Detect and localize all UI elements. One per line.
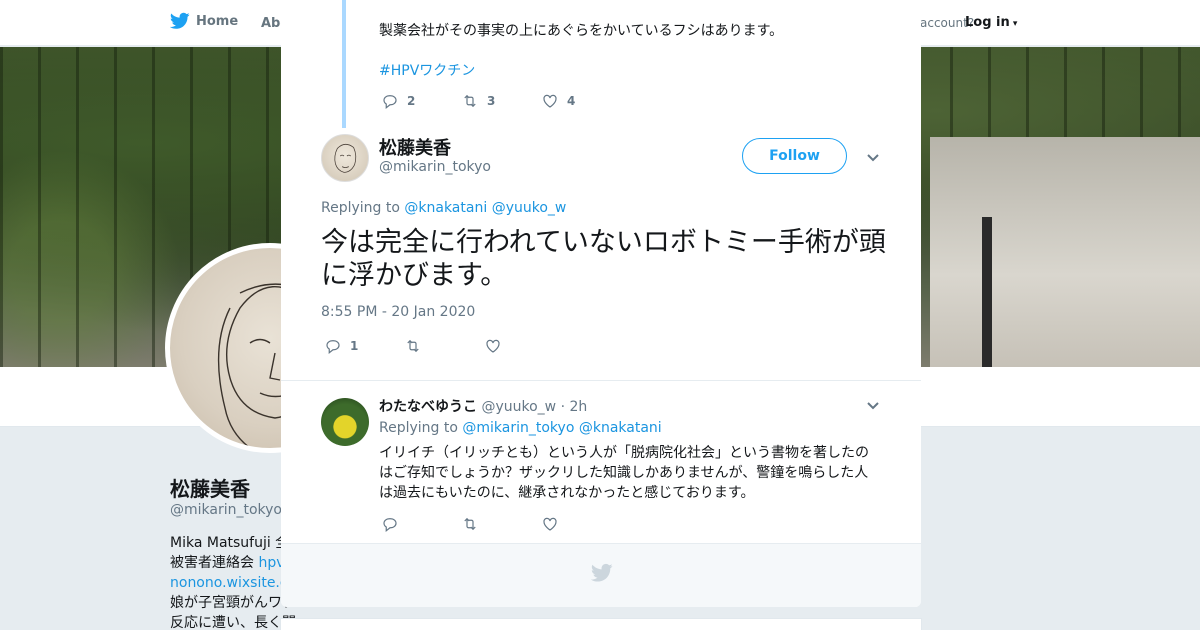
retweet-icon — [464, 94, 476, 108]
login-label: Log in — [965, 15, 1010, 30]
retweet-button[interactable] — [461, 515, 541, 533]
separator-dot: · — [560, 399, 566, 415]
reply-tweet-actions — [381, 515, 621, 533]
author-avatar[interactable] — [321, 134, 369, 182]
close-icon[interactable]: ✕ — [1153, 9, 1181, 39]
tweet-text: 今は完全に行われていないロボトミー手術が頭に浮かびます。 — [321, 227, 886, 291]
follow-button[interactable]: Follow — [742, 138, 847, 174]
ancestor-tweet-text: 製薬会社がその事実の上にあぐらをかいているフシはあります。 — [379, 23, 784, 39]
ancestor-tweet-actions: 2 3 4 — [381, 92, 621, 110]
author-handle[interactable]: @mikarin_tokyo — [379, 159, 491, 175]
reply-count: 1 — [350, 339, 359, 353]
retweet-count: 3 — [487, 94, 496, 108]
reply-count: 2 — [407, 94, 416, 108]
twitter-bird-icon — [591, 563, 613, 582]
conversation-thread: 製薬会社がその事実の上にあぐらをかいているフシはあります。 #HPVワクチン 2… — [281, 0, 921, 543]
timeline-card — [280, 618, 922, 630]
profile-handle: @mikarin_tokyo — [170, 502, 282, 518]
like-button[interactable] — [484, 337, 564, 355]
reply-button[interactable]: 1 — [324, 337, 404, 355]
nav-home-link[interactable]: Home — [170, 12, 238, 30]
reply-button[interactable]: 2 — [381, 92, 461, 110]
like-button[interactable] — [541, 515, 621, 533]
heart-icon — [543, 94, 557, 108]
like-button[interactable]: 4 — [541, 92, 621, 110]
twitter-bird-icon — [170, 12, 190, 29]
retweet-icon — [407, 339, 419, 353]
mention-link[interactable]: @yuuko_w — [492, 200, 567, 216]
tweet-permalink-modal: 製薬会社がその事実の上にあぐらをかいているフシはあります。 #HPVワクチン 2… — [281, 0, 921, 607]
heart-icon — [543, 517, 557, 531]
tweet-timestamp[interactable]: 8:55 PM - 20 Jan 2020 — [321, 304, 475, 320]
reply-icon — [383, 518, 397, 532]
hashtag-link[interactable]: #HPVワクチン — [379, 61, 475, 81]
chevron-down-icon — [867, 402, 879, 410]
reply-author-handle[interactable]: @yuuko_w — [481, 399, 556, 415]
chevron-down-icon — [867, 154, 879, 162]
mention-link[interactable]: @mikarin_tokyo — [462, 420, 574, 436]
reply-icon — [326, 340, 340, 354]
nav-home-label: Home — [196, 13, 239, 29]
sketch-portrait-icon — [334, 143, 357, 173]
tweet-menu-caret[interactable] — [866, 150, 880, 164]
replying-to: Replying to @mikarin_tokyo @knakatani — [379, 420, 662, 436]
reply-timestamp[interactable]: 2h — [569, 399, 587, 415]
divider — [281, 380, 921, 381]
thread-connector-line — [342, 0, 346, 128]
reply-author-name[interactable]: わたなべゆうこ — [379, 399, 477, 415]
reply-button[interactable] — [381, 515, 461, 533]
caret-down-icon: ▾ — [1009, 19, 1018, 29]
mention-link[interactable]: @knakatani — [404, 200, 487, 216]
retweet-icon — [464, 517, 476, 531]
like-count: 4 — [567, 94, 576, 108]
mention-link[interactable]: @knakatani — [579, 420, 662, 436]
heart-icon — [486, 339, 500, 353]
profile-name: 松藤美香 — [170, 477, 250, 501]
author-name[interactable]: 松藤美香 — [379, 134, 451, 160]
tweet-actions: 1 — [324, 337, 564, 355]
reply-icon — [383, 95, 397, 109]
reply-author-avatar[interactable] — [321, 398, 369, 446]
retweet-button[interactable] — [404, 337, 484, 355]
reply-menu-caret[interactable] — [866, 398, 880, 412]
replying-to: Replying to @knakatani @yuuko_w — [321, 200, 567, 216]
login-link[interactable]: Log in ▾ — [965, 15, 1017, 30]
modal-footer — [281, 543, 921, 607]
reply-header: わたなべゆうこ @yuuko_w · 2h — [379, 396, 587, 416]
retweet-button[interactable]: 3 — [461, 92, 541, 110]
reply-tweet-text: イリイチ（イリッチとも）という人が「脱病院化社会」という書物を著したのはご存知で… — [379, 445, 869, 501]
